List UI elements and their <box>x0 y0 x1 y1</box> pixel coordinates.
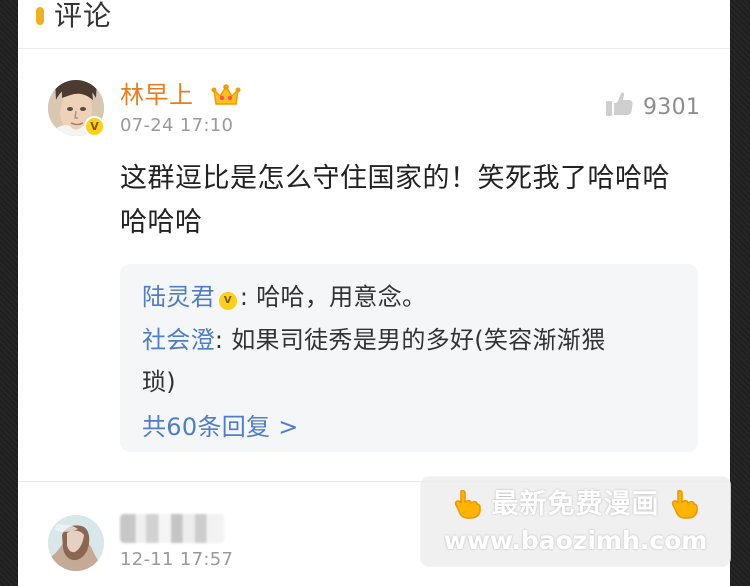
user-avatar[interactable] <box>48 515 104 571</box>
crown-icon <box>211 82 241 108</box>
header-marker-icon <box>36 7 44 25</box>
user-avatar[interactable]: V <box>48 80 105 137</box>
reply-author[interactable]: 社会澄 <box>142 326 215 354</box>
comments-header: 评论 <box>18 0 730 49</box>
watermark-url: www.baozimh.com <box>443 526 708 555</box>
reply-author[interactable]: 陆灵君 <box>142 283 215 311</box>
blurred-user-name <box>120 514 224 543</box>
pointing-down-icon <box>670 489 698 519</box>
reply-line: 琐) <box>142 362 678 402</box>
thumbs-up-icon[interactable] <box>605 91 633 117</box>
comments-title: 评论 <box>54 0 113 32</box>
reply-text: 琐) <box>142 368 176 396</box>
reply-text: : 如果司徒秀是男的多好(笑容渐渐猥 <box>214 326 606 354</box>
more-replies-link[interactable]: 共60条回复 > <box>142 407 678 447</box>
comment-item[interactable]: V 林早上 07-24 17:10 9301 这群逗比是怎么守住国家的！笑死我了… <box>18 49 730 481</box>
comment-author-name[interactable]: 林早上 <box>120 80 194 110</box>
watermark-title-row: 最新免费漫画 <box>432 488 719 522</box>
reply-text: : 哈哈，用意念。 <box>239 283 427 311</box>
reply-line[interactable]: 陆灵君 V: 哈哈，用意念。 <box>142 277 678 317</box>
reply-line[interactable]: 社会澄: 如果司徒秀是男的多好(笑容渐渐猥 <box>142 320 678 360</box>
screenshot-frame: 评论 V 林早上 07-24 17:10 9301 这群逗比是怎么守住国家的！笑… <box>0 0 750 586</box>
pointing-down-icon <box>453 489 481 519</box>
more-replies-text[interactable]: 共60条回复 > <box>142 413 299 441</box>
like-count: 9301 <box>643 95 701 120</box>
verified-icon: V <box>218 292 237 310</box>
comment-timestamp: 12-11 17:57 <box>120 549 234 570</box>
verified-icon: V <box>84 116 105 137</box>
reply-preview[interactable]: 陆灵君 V: 哈哈，用意念。 社会澄: 如果司徒秀是男的多好(笑容渐渐猥 琐) 共… <box>120 264 698 452</box>
watermark-title: 最新免费漫画 <box>491 489 660 520</box>
comment-text: 这群逗比是怎么守住国家的！笑死我了哈哈哈哈哈哈 <box>120 163 670 238</box>
site-watermark: 最新免费漫画 www.baozimh.com <box>420 476 731 567</box>
comment-timestamp: 07-24 17:10 <box>120 115 234 136</box>
